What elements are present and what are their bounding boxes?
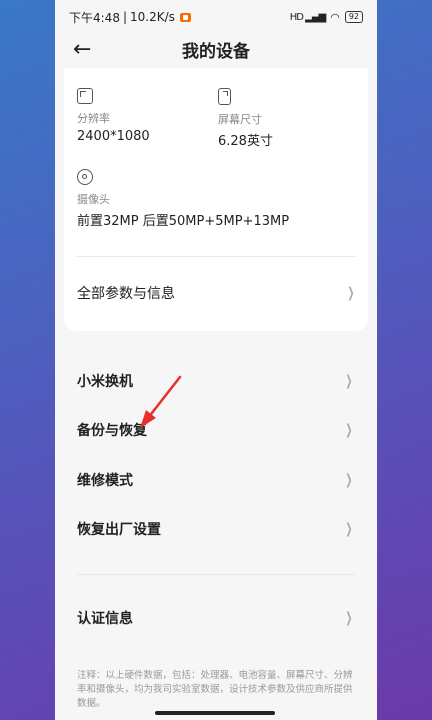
annotation-arrow-icon: [140, 375, 182, 428]
annotation-arrow-shaft: [146, 375, 182, 420]
